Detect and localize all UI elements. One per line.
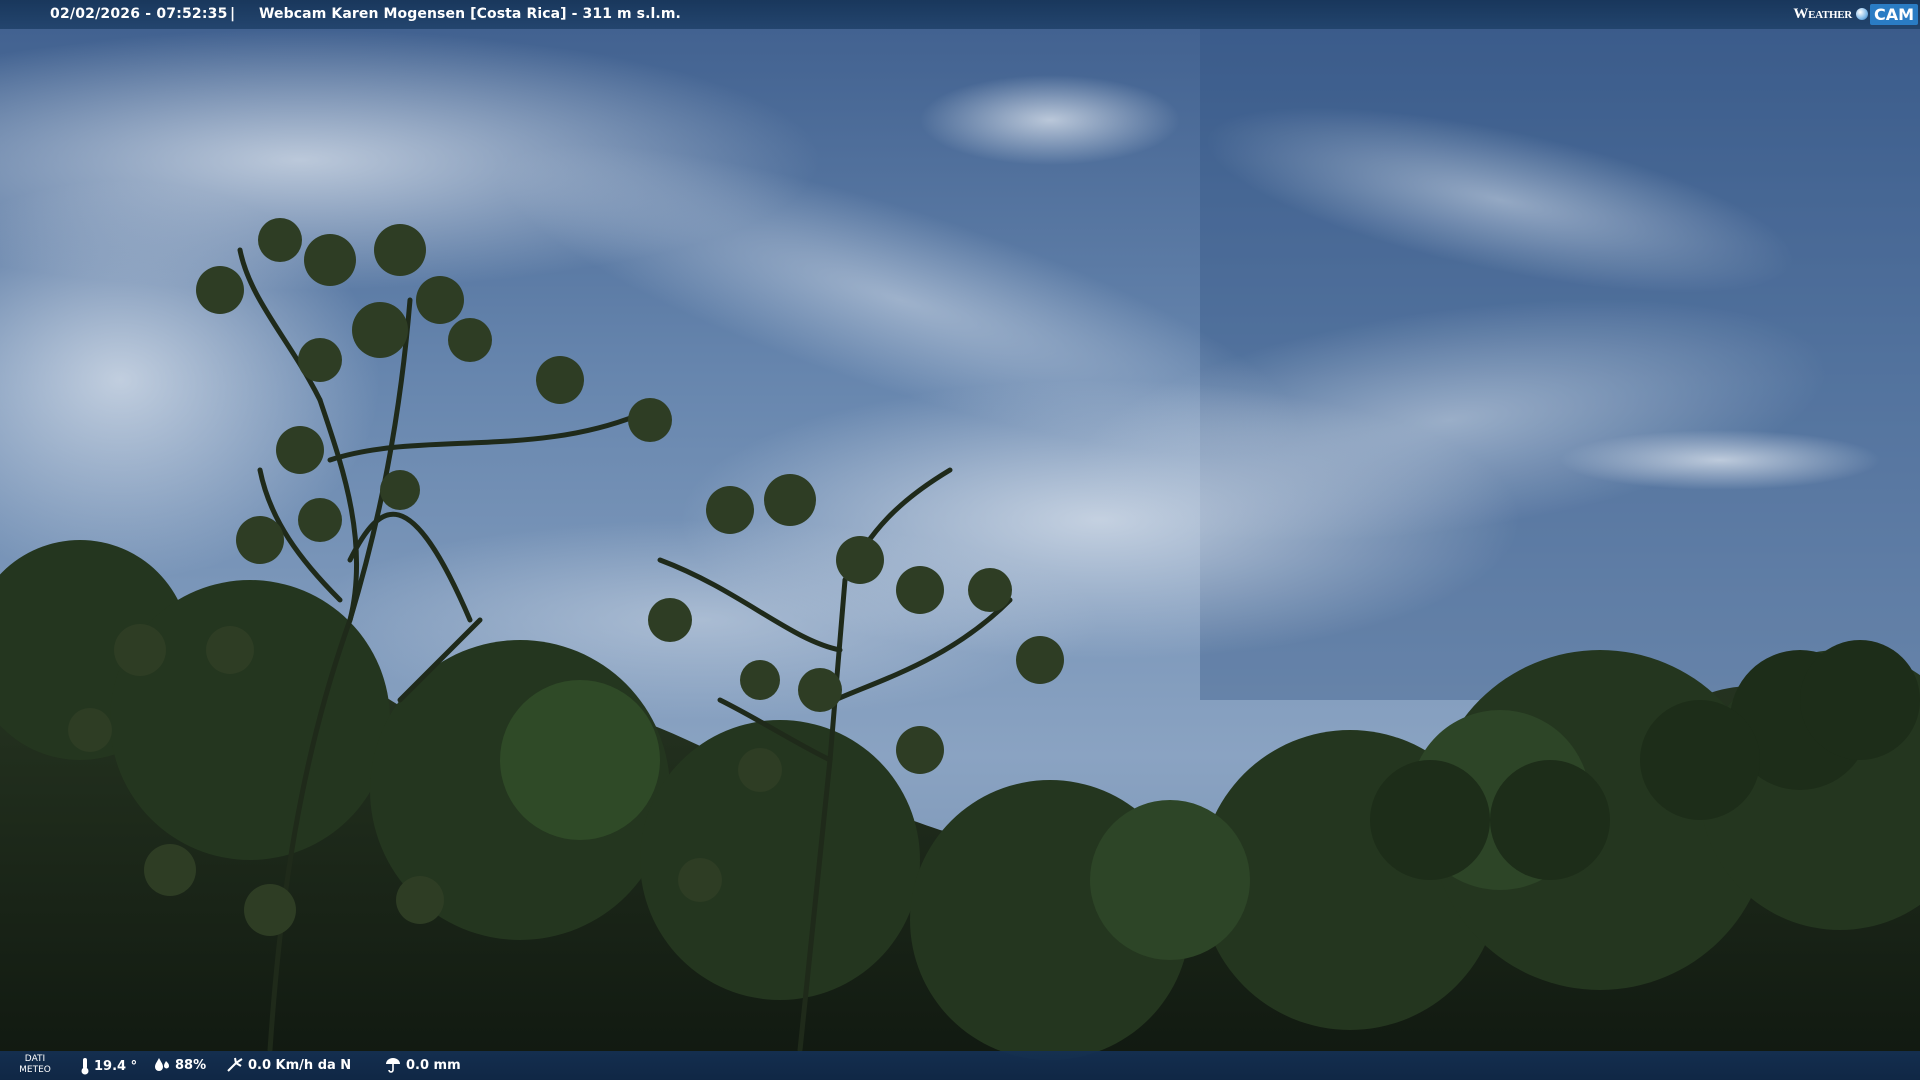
cloud (920, 75, 1180, 165)
webcam-scene (0, 0, 1920, 1080)
rain-value: 0.0 mm (406, 1057, 461, 1073)
foliage-clump (500, 680, 660, 840)
webcam-frame: 02/02/2026 - 07:52:35 | Webcam Karen Mog… (0, 0, 1920, 1080)
timestamp: 02/02/2026 - 07:52:35 (50, 6, 228, 22)
dati-meteo-label: DATI METEO (18, 1054, 52, 1076)
bottom-overlay-bar: DATI METEO 19.4 ° 88% 0.0 Km/h da N 0.0 … (0, 1051, 1920, 1080)
temperature-reading: 19.4 ° (80, 1057, 137, 1075)
wind-reading: 0.0 Km/h da N (226, 1057, 351, 1073)
weathercam-logo: Weather CAM (1793, 3, 1918, 25)
cloud (1560, 430, 1880, 490)
humidity-value: 88% (175, 1057, 207, 1073)
logo-cam-text: CAM (1869, 3, 1918, 25)
thermometer-icon (81, 1058, 89, 1075)
meteo-line: METEO (19, 1065, 51, 1075)
humidity-reading: 88% (153, 1057, 206, 1073)
rain-reading: 0.0 mm (384, 1057, 461, 1073)
wind-value: 0.0 Km/h da N (248, 1057, 352, 1073)
dati-line: DATI (24, 1054, 46, 1064)
webcam-title: Webcam Karen Mogensen [Costa Rica] - 311… (259, 6, 681, 22)
title-separator: | (230, 6, 236, 22)
top-overlay-bar: 02/02/2026 - 07:52:35 | Webcam Karen Mog… (0, 0, 1920, 29)
logo-globe-icon (1855, 8, 1868, 20)
humidity-drop-icon (155, 1058, 169, 1071)
foliage-clump (1090, 800, 1250, 960)
temperature-value: 19.4 ° (94, 1058, 138, 1074)
logo-weather-text: Weather (1793, 5, 1852, 22)
rain-gauge-icon (386, 1058, 400, 1073)
wind-icon (227, 1057, 243, 1072)
